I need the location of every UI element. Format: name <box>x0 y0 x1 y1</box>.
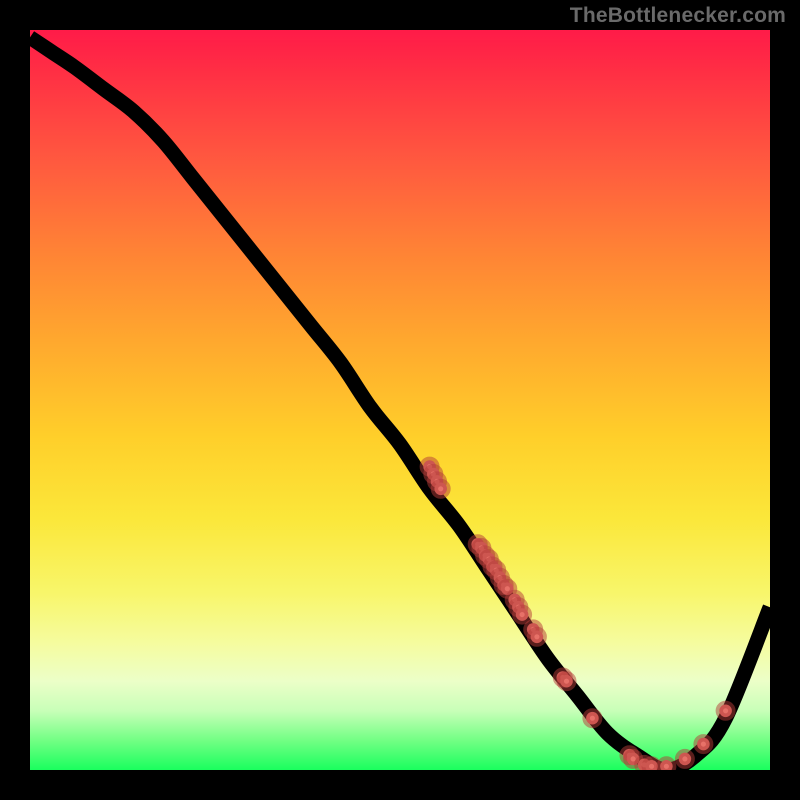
data-marker <box>660 760 673 770</box>
data-marker <box>531 631 544 644</box>
data-marker <box>719 705 732 718</box>
plot-area <box>30 30 770 770</box>
data-marker <box>679 753 692 766</box>
data-marker <box>645 760 658 770</box>
data-marker <box>434 483 447 496</box>
marker-group <box>423 460 732 770</box>
bottleneck-curve <box>30 37 770 770</box>
watermark-text: TheBottlenecker.com <box>570 4 786 28</box>
data-marker <box>560 675 573 688</box>
chart-stage: TheBottlenecker.com <box>0 0 800 800</box>
chart-svg <box>30 30 770 770</box>
data-marker <box>516 608 529 621</box>
data-marker <box>697 738 710 751</box>
data-marker <box>586 712 599 725</box>
